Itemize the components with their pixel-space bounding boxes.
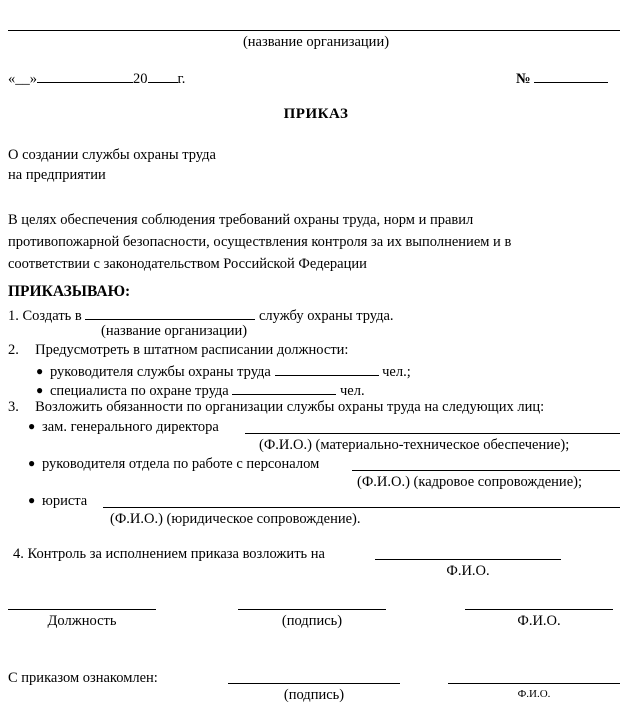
responsible-bullet-2-blank[interactable] bbox=[352, 470, 620, 471]
date-line: «__» 20 г. bbox=[8, 68, 185, 88]
staffing-bullet-1: ● руководителя службы охраны труда чел.; bbox=[36, 361, 411, 381]
preamble-line-3: соответствии с законодательством Российс… bbox=[8, 256, 367, 272]
item-1-number: 1. bbox=[8, 307, 19, 324]
order-directive-heading: ПРИКАЗЫВАЮ: bbox=[8, 283, 131, 300]
item-1-organization-blank[interactable] bbox=[85, 305, 256, 320]
bullet-icon: ● bbox=[28, 456, 36, 470]
responsible-bullet-1: ● зам. генерального директора bbox=[28, 419, 219, 436]
responsible-bullet-1-caption: (Ф.И.О.) (материально-техническое обеспе… bbox=[259, 437, 570, 453]
staffing-bullet-2: ● специалиста по охране труда чел. bbox=[36, 380, 365, 400]
signature-position-rule[interactable] bbox=[8, 609, 156, 610]
order-document-page: (название организации) «__» 20 г. № ПРИКАЗ… bbox=[0, 0, 632, 712]
date-year-prefix: 20 bbox=[133, 70, 148, 87]
staffing-bullet-2-count-blank[interactable] bbox=[232, 380, 337, 395]
item-4-name-blank[interactable] bbox=[375, 559, 561, 560]
acknowledgement-text: С приказом ознакомлен: bbox=[8, 670, 158, 686]
list-item-1: 1. Создать в службу охраны труда. bbox=[8, 305, 394, 325]
date-day-prefix: «__» bbox=[8, 70, 37, 87]
acknowledgement-sign-label: (подпись) bbox=[283, 687, 345, 703]
staffing-bullet-1-label: руководителя службы охраны труда bbox=[50, 363, 271, 380]
signature-name-label: Ф.И.О. bbox=[517, 613, 561, 629]
bullet-icon: ● bbox=[36, 363, 44, 378]
signature-sign-label: (подпись) bbox=[281, 613, 343, 629]
preamble-block: В целях обеспечения соблюдения требовани… bbox=[8, 209, 620, 275]
staffing-bullet-1-count-blank[interactable] bbox=[274, 361, 379, 376]
subject-block: О создании службы охраны труда на предпр… bbox=[8, 145, 216, 185]
list-item-4: 4. Контроль за исполнением приказа возло… bbox=[13, 546, 325, 563]
item-4-caption: Ф.И.О. bbox=[446, 563, 490, 579]
list-item-3: 3. Возложить обязанности по организации … bbox=[8, 399, 544, 416]
item-2-number: 2. bbox=[8, 342, 19, 358]
item-4-text: Контроль за исполнением приказа возложит… bbox=[27, 546, 325, 562]
staffing-bullet-2-unit: чел. bbox=[339, 382, 365, 399]
item-2-text: Предусмотреть в штатном расписании должн… bbox=[35, 342, 349, 358]
organization-name-caption: (название организации) bbox=[242, 34, 390, 50]
date-month-blank[interactable] bbox=[37, 68, 133, 83]
organization-name-rule bbox=[8, 30, 620, 31]
signature-sign-rule[interactable] bbox=[238, 609, 386, 610]
item-1-text-after: службу охраны труда. bbox=[259, 307, 394, 324]
responsible-bullet-1-blank[interactable] bbox=[245, 433, 620, 434]
staffing-bullet-1-unit: чел.; bbox=[382, 363, 411, 380]
number-sign-icon: № bbox=[516, 70, 531, 87]
responsible-bullet-3-label: юриста bbox=[42, 493, 88, 509]
item-1-caption: (название организации) bbox=[101, 323, 248, 339]
list-item-2: 2. Предусмотреть в штатном расписании до… bbox=[8, 342, 348, 359]
responsible-bullet-2-label: руководителя отдела по работе с персонал… bbox=[42, 456, 320, 472]
responsible-bullet-3-caption: (Ф.И.О.) (юридическое сопровождение). bbox=[110, 511, 361, 527]
signature-position-label: Должность bbox=[47, 613, 117, 629]
signature-name-rule[interactable] bbox=[465, 609, 613, 610]
subject-line-1: О создании службы охраны труда bbox=[8, 147, 216, 163]
responsible-bullet-3-blank[interactable] bbox=[103, 507, 620, 508]
bullet-icon: ● bbox=[28, 419, 36, 433]
item-3-text: Возложить обязанности по организации слу… bbox=[35, 399, 545, 415]
acknowledgement-sign-rule[interactable] bbox=[228, 683, 400, 684]
acknowledgement-name-rule[interactable] bbox=[448, 683, 620, 684]
document-number-line: № bbox=[516, 68, 609, 88]
document-number-blank[interactable] bbox=[534, 68, 609, 83]
acknowledgement-name-label: Ф.И.О. bbox=[517, 688, 551, 700]
date-year-suffix: г. bbox=[177, 70, 186, 87]
item-3-number: 3. bbox=[8, 399, 19, 415]
page-title: ПРИКАЗ bbox=[283, 106, 349, 122]
item-4-number: 4. bbox=[13, 546, 24, 562]
date-year-blank[interactable] bbox=[147, 68, 178, 83]
bullet-icon: ● bbox=[36, 382, 44, 397]
staffing-bullet-2-label: специалиста по охране труда bbox=[50, 382, 229, 399]
preamble-line-2: противопожарной безопасности, осуществле… bbox=[8, 234, 512, 250]
bullet-icon: ● bbox=[28, 493, 36, 507]
responsible-bullet-2-caption: (Ф.И.О.) (кадровое сопровождение); bbox=[357, 474, 582, 490]
responsible-bullet-2: ● руководителя отдела по работе с персона… bbox=[28, 456, 319, 473]
subject-line-2: на предприятии bbox=[8, 167, 106, 183]
preamble-line-1: В целях обеспечения соблюдения требовани… bbox=[8, 212, 474, 228]
responsible-bullet-3: ● юриста bbox=[28, 493, 87, 510]
item-1-text-before: Создать в bbox=[22, 307, 82, 324]
responsible-bullet-1-label: зам. генерального директора bbox=[42, 419, 219, 435]
